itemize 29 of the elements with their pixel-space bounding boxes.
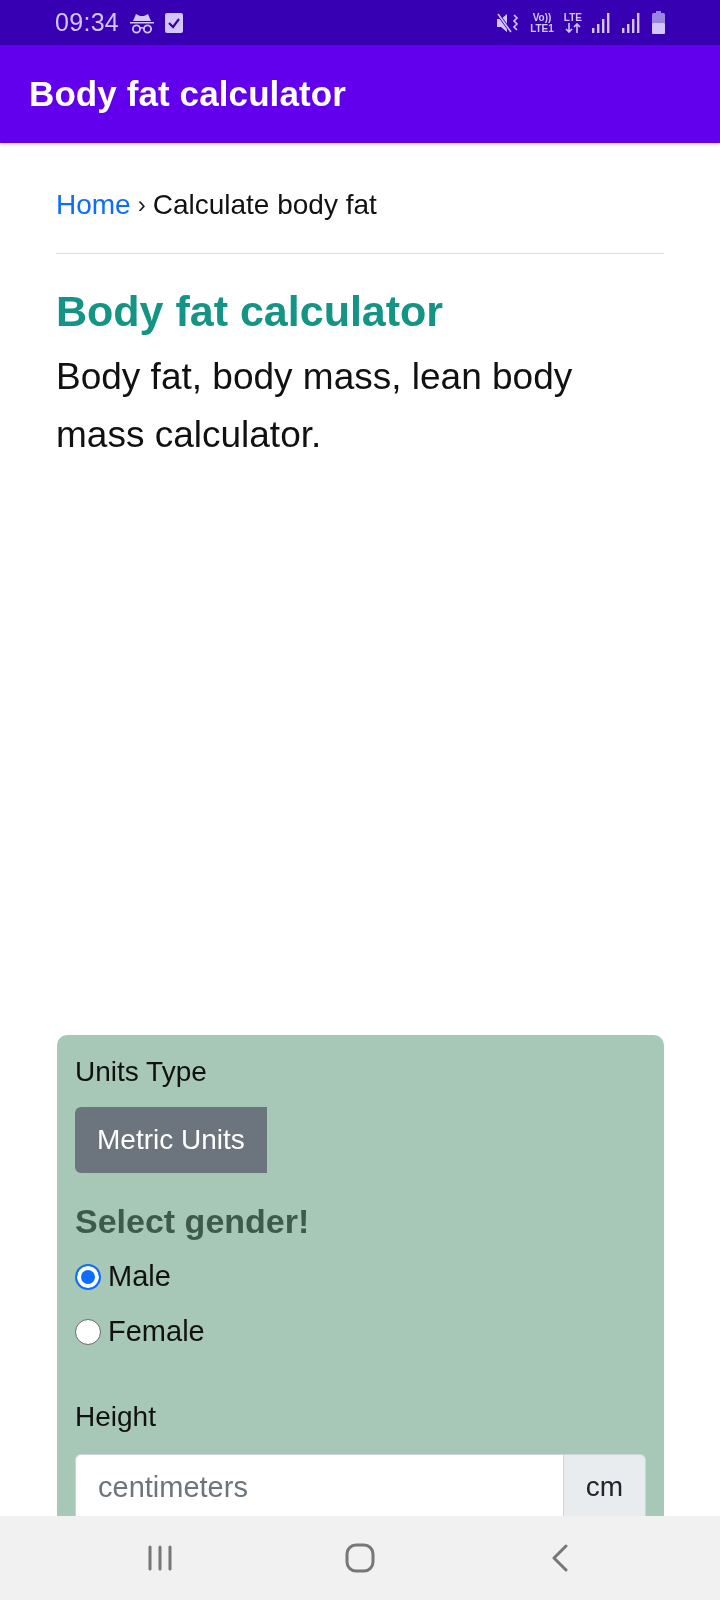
- battery-icon: [652, 11, 665, 34]
- unit-addon: cm: [563, 1454, 646, 1516]
- home-icon: [345, 1543, 375, 1573]
- page-description: Body fat, body mass, lean body mass calculator.: [56, 355, 574, 457]
- back-icon: [551, 1544, 569, 1572]
- data-arrows-icon: [564, 23, 581, 33]
- radio-label: Female: [108, 1315, 205, 1348]
- lte-label: LTE: [563, 12, 582, 23]
- checkbox-icon: [165, 12, 184, 33]
- height-input-field[interactable]: centimeters: [75, 1454, 563, 1516]
- signal-icon: [592, 12, 612, 33]
- page-heading: Body fat calculator: [56, 286, 445, 336]
- status-time: 09:34: [55, 8, 120, 37]
- recent-apps-icon: [147, 1545, 173, 1571]
- signal-icon: [622, 12, 642, 33]
- radio-button[interactable]: [75, 1318, 101, 1345]
- breadcrumb-current: Calculate body fat: [152, 188, 377, 222]
- height-label: Height: [75, 1400, 157, 1434]
- volte-label: Vo)) LTE1: [530, 11, 554, 34]
- radio-label: Male: [108, 1260, 171, 1293]
- metric-units-button[interactable]: Metric Units: [75, 1107, 267, 1173]
- incognito-icon: [129, 11, 156, 34]
- breadcrumb-link[interactable]: Home: [56, 186, 131, 224]
- radio-button[interactable]: [75, 1263, 101, 1290]
- units-label: Units Type: [75, 1055, 208, 1089]
- gender-heading: Select gender!: [75, 1201, 311, 1241]
- mute-vibrate-icon: [496, 11, 521, 34]
- app-title: Body fat calculator: [29, 74, 346, 114]
- breadcrumb-separator: ›: [137, 190, 146, 220]
